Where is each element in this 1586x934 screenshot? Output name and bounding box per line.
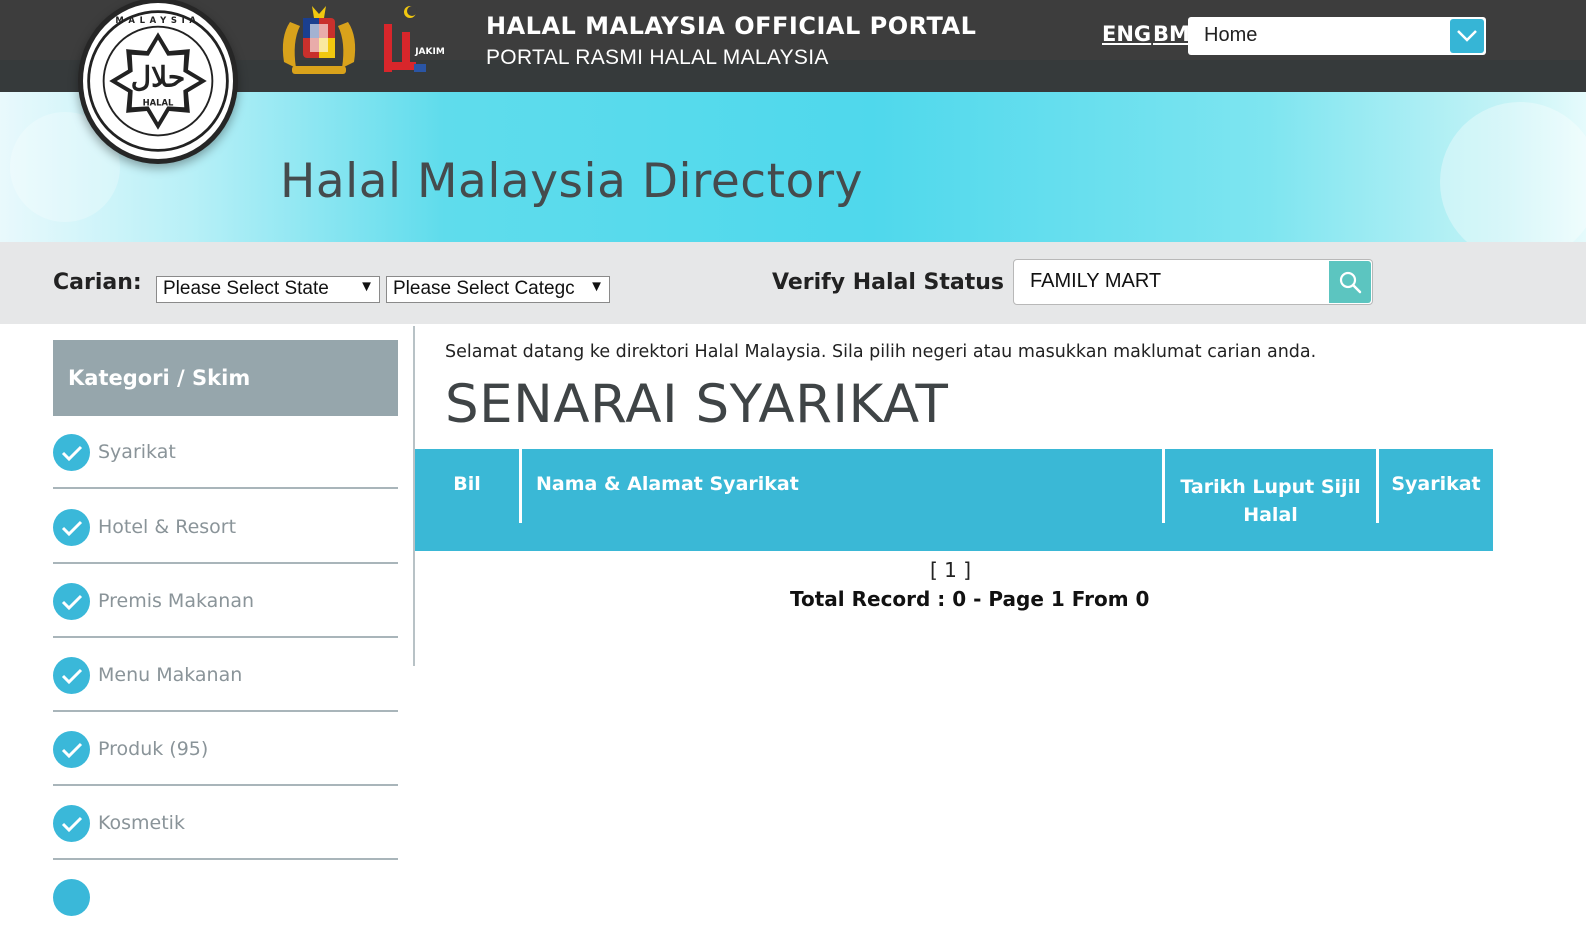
portal-subtitle: PORTAL RASMI HALAL MALAYSIA [486, 46, 829, 69]
check-circle-icon [53, 657, 90, 694]
language-bm-link[interactable]: BM [1153, 22, 1190, 46]
sidebar-item-label: Menu Makanan [98, 664, 243, 686]
sidebar-item-label: Kosmetik [98, 812, 185, 834]
total-record: Total Record : 0 - Page 1 From 0 [790, 587, 1150, 611]
halal-logo-text: HALAL [143, 97, 174, 107]
sidebar-item-syarikat[interactable]: Syarikat [53, 416, 398, 489]
navigation-select-value: Home [1204, 24, 1258, 46]
verify-halal-status-label: Verify Halal Status : [772, 270, 1021, 295]
language-eng-link[interactable]: ENG [1102, 22, 1151, 46]
sidebar-item-label: Premis Makanan [98, 590, 255, 612]
directory-banner: Halal Malaysia Directory [0, 92, 1586, 242]
verify-halal-status-input[interactable]: FAMILY MART [1013, 259, 1373, 305]
check-circle-icon [53, 434, 90, 471]
column-header-tarikh: Tarikh Luput Sijil Halal [1165, 449, 1376, 551]
check-circle-icon [53, 509, 90, 546]
navigation-select[interactable]: Home [1188, 17, 1486, 55]
state-select-value: Please Select State [163, 278, 329, 299]
dropdown-arrow-icon: ▼ [359, 278, 374, 295]
halal-malaysia-logo[interactable]: حلال HALAL MALAYSIA [78, 0, 238, 164]
search-button[interactable] [1329, 261, 1371, 303]
jakim-logo-text: JAKIM [414, 47, 445, 57]
sidebar-item-premis-makanan[interactable]: Premis Makanan [53, 565, 398, 638]
sidebar-item-hotel-resort[interactable]: Hotel & Resort [53, 491, 398, 564]
jakim-logo: JAKIM [380, 4, 448, 78]
svg-text:حلال: حلال [131, 61, 186, 94]
column-header-nama: Nama & Alamat Syarikat [522, 449, 1162, 523]
search-icon [1339, 271, 1362, 294]
check-circle-icon [53, 879, 90, 916]
sidebar-item-label: Syarikat [98, 441, 176, 463]
pagination[interactable]: [ 1 ] [930, 558, 971, 582]
check-circle-icon [53, 583, 90, 620]
search-bar: Carian: Please Select State ▼ Please Sel… [0, 242, 1586, 324]
sidebar-item-menu-makanan[interactable]: Menu Makanan [53, 639, 398, 712]
chevron-down-icon[interactable] [1450, 19, 1484, 53]
category-select-value: Please Select Categc [393, 278, 575, 299]
portal-title: HALAL MALAYSIA OFFICIAL PORTAL [486, 12, 977, 40]
welcome-message: Selamat datang ke direktori Halal Malays… [445, 342, 1317, 362]
company-list-title: SENARAI SYARIKAT [445, 374, 949, 435]
sidebar-item-label: Produk (95) [98, 738, 209, 760]
sidebar-item-label: Hotel & Resort [98, 516, 237, 538]
sidebar-item-produk[interactable]: Produk (95) [53, 713, 398, 786]
sidebar-item-kosmetik[interactable]: Kosmetik [53, 787, 398, 860]
column-header-syarikat: Syarikat [1379, 449, 1493, 551]
category-select[interactable]: Please Select Categc ▼ [386, 276, 610, 303]
malaysia-coat-of-arms-icon [270, 2, 368, 78]
directory-title: Halal Malaysia Directory [280, 154, 863, 209]
state-select[interactable]: Please Select State ▼ [156, 276, 380, 303]
sidebar-item-partial[interactable] [53, 861, 398, 934]
check-circle-icon [53, 731, 90, 768]
carian-label: Carian: [53, 270, 142, 295]
sidebar-heading: Kategori / Skim [53, 340, 398, 416]
dropdown-arrow-icon: ▼ [589, 278, 604, 295]
check-circle-icon [53, 805, 90, 842]
halal-logo-ring-text: MALAYSIA [115, 15, 200, 25]
banner-bubble [1440, 102, 1586, 242]
company-table-header: Bil Nama & Alamat Syarikat Tarikh Luput … [415, 449, 1493, 551]
column-header-bil: Bil [415, 449, 519, 523]
